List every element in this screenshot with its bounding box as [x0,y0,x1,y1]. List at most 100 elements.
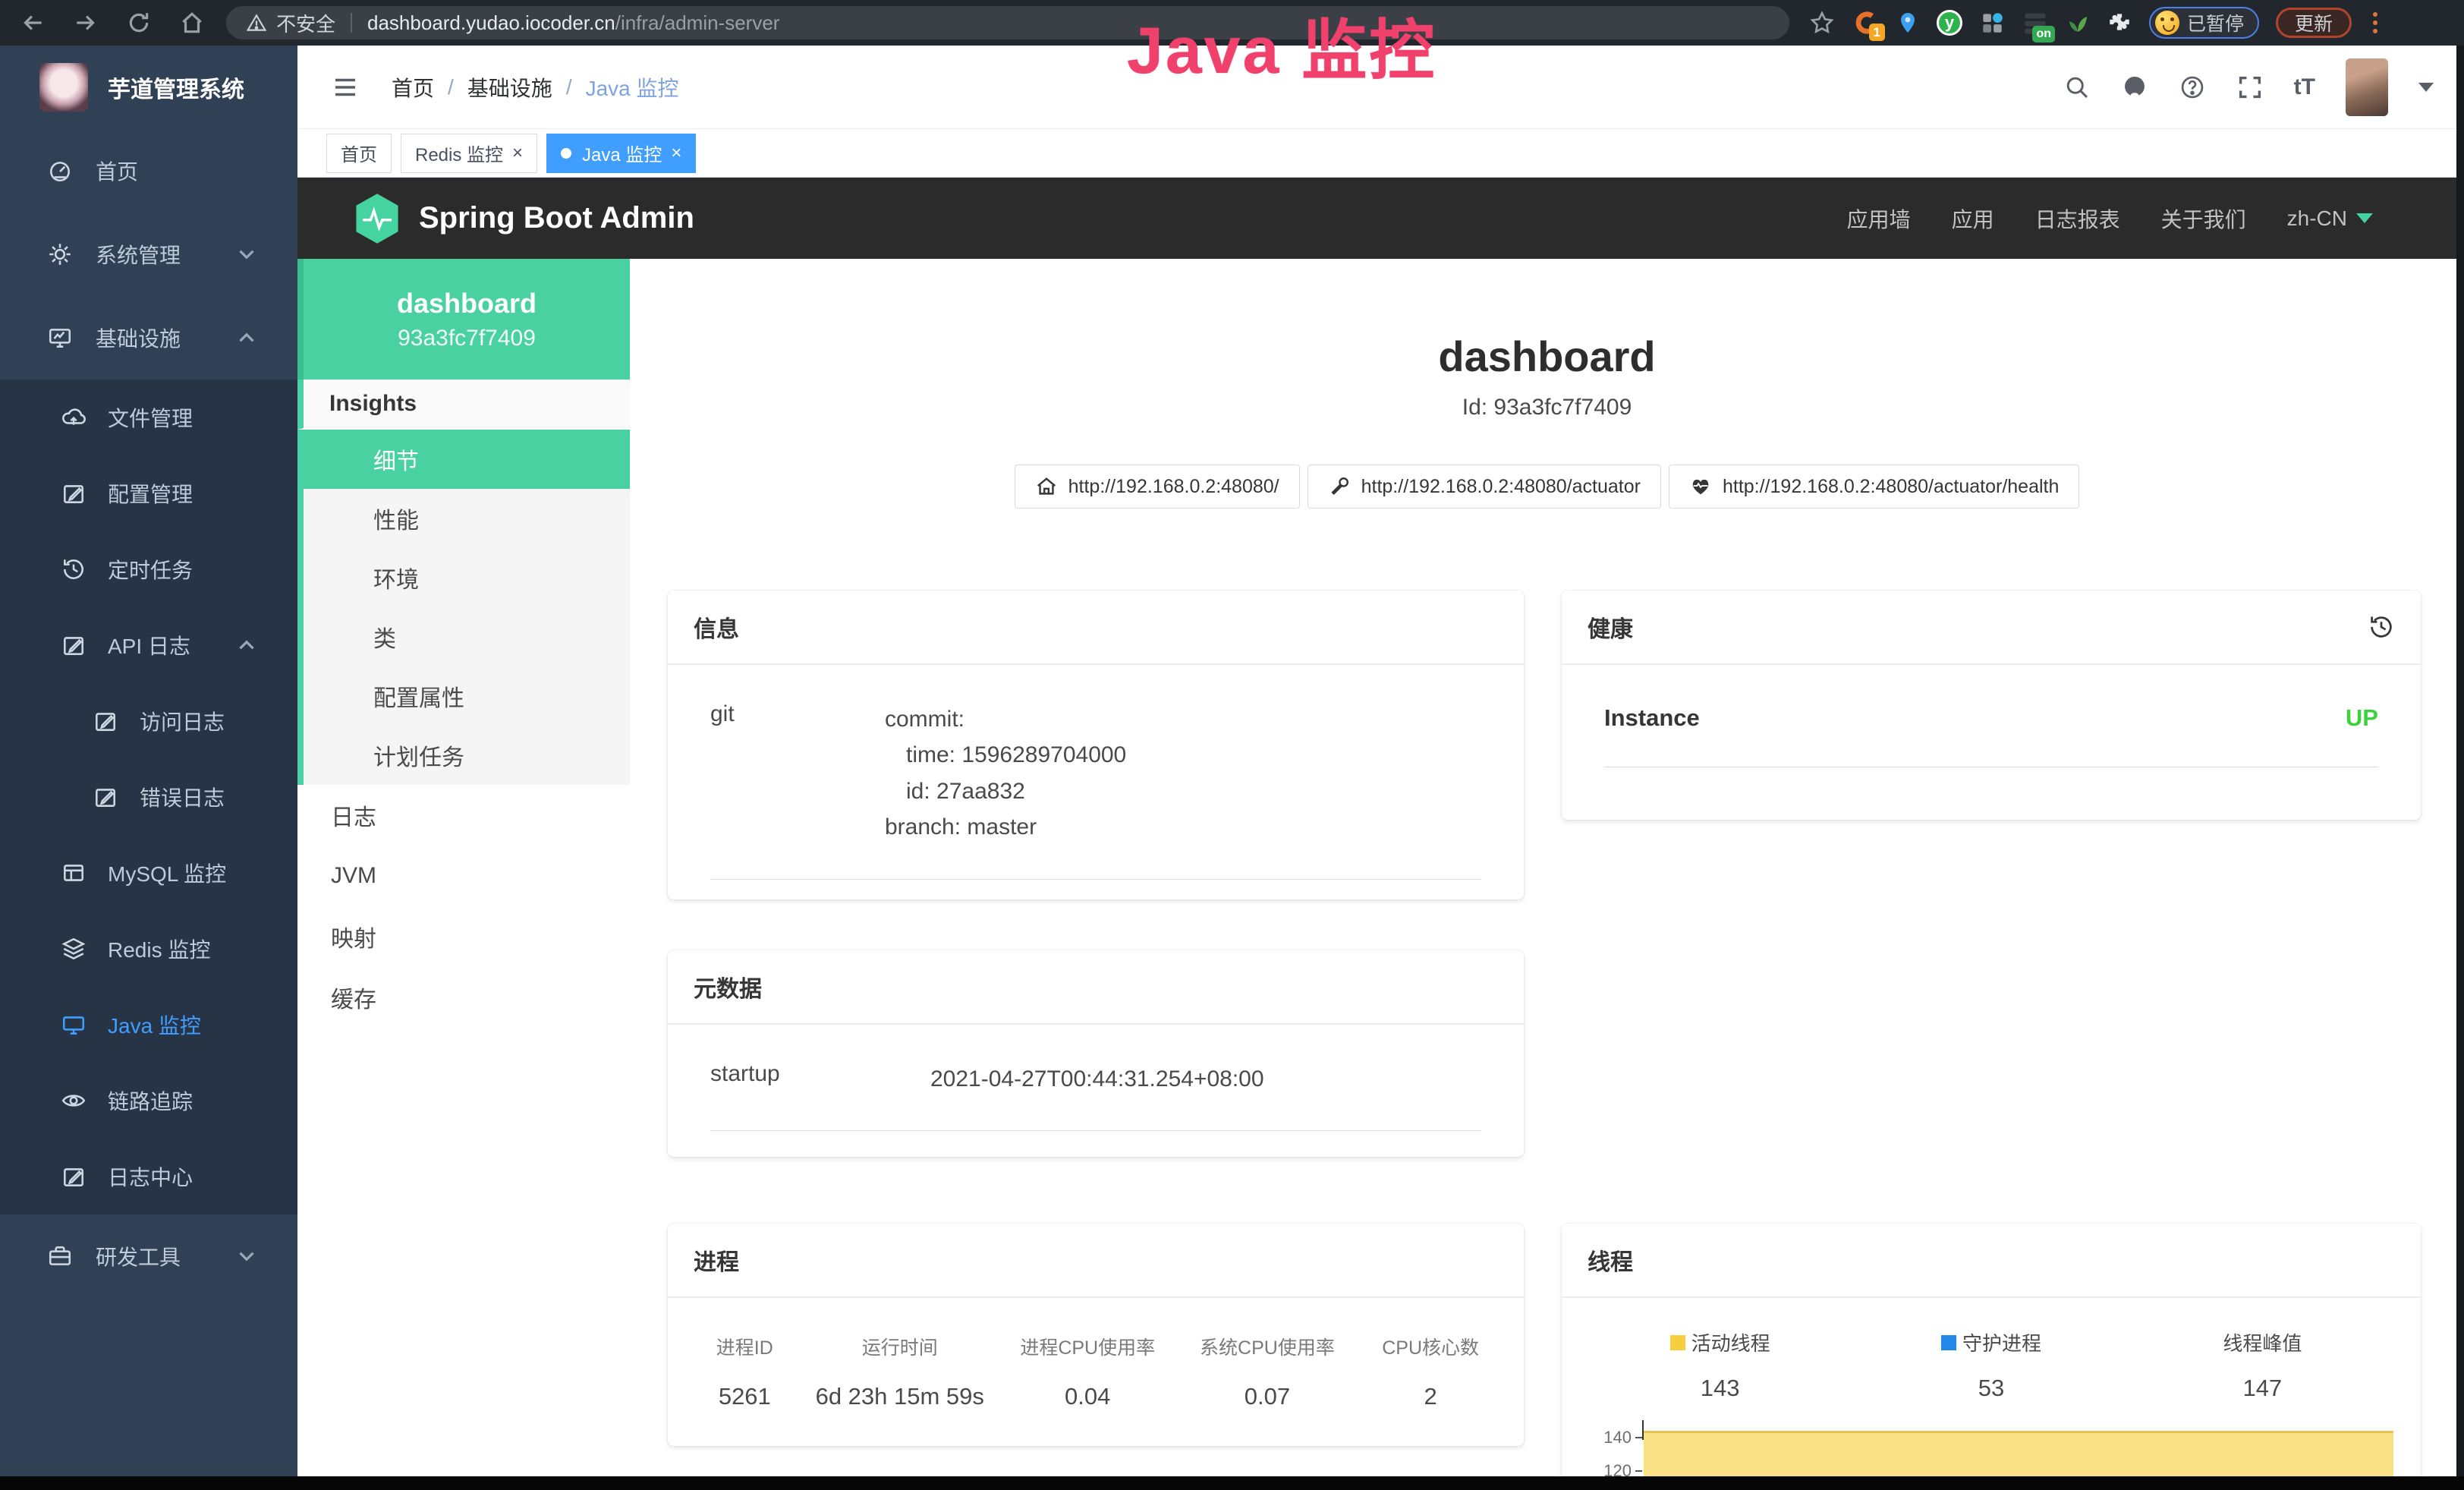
sidebar-item-infra[interactable]: 基础设施 [0,296,297,380]
threads-chart: 140 120 100 [1589,1428,2406,1476]
hamburger-icon[interactable] [331,73,360,102]
sidebar-item-system[interactable]: 系统管理 [0,213,297,296]
sba-nav-journal[interactable]: 日志报表 [2035,203,2120,234]
metadata-card: 元数据 startup 2021-04-27T00:44:31.254+08:0… [668,950,1524,1157]
sidebar-item-config-manage[interactable]: 配置管理 [0,455,297,531]
extension-colorzilla-icon[interactable]: 1 [1852,9,1879,36]
avatar[interactable] [2346,58,2388,116]
metadata-value: 2021-04-27T00:44:31.254+08:00 [930,1061,1481,1097]
search-icon[interactable] [2063,74,2091,101]
sba-brand[interactable]: Spring Boot Admin [354,192,694,245]
sba-item-classes[interactable]: 类 [297,607,630,666]
sidebar-item-mysql-monitor[interactable]: MySQL 监控 [0,835,297,911]
sidebar-item-log-center[interactable]: 日志中心 [0,1139,297,1214]
sidebar-item-tracing[interactable]: 链路追踪 [0,1063,297,1139]
handwritten-annotation: Java 监控 [1127,0,1437,92]
sba-item-details[interactable]: 细节 [297,430,630,489]
sidebar-item-access-logs[interactable]: 访问日志 [0,683,297,759]
sba-item-jvm[interactable]: JVM [297,846,630,906]
sba-content: dashboard Id: 93a3fc7f7409 http://192.16… [630,259,2464,1476]
sba-item-environment[interactable]: 环境 [297,548,630,607]
browser-scrollbar[interactable] [2456,46,2464,1476]
sidebar-item-api-logs[interactable]: API 日志 [0,607,297,683]
sba-item-mappings[interactable]: 映射 [297,906,630,967]
tab-java-monitor[interactable]: Java 监控 [546,134,696,173]
extension-leaf-icon[interactable] [2066,10,2090,36]
tab-home[interactable]: 首页 [326,134,392,173]
on-badge: on [2032,26,2055,43]
layers-icon [61,936,87,962]
eye-icon [61,1088,87,1114]
sba-item-metrics[interactable]: 性能 [297,489,630,548]
chrome-menu-icon[interactable] [2368,12,2382,33]
sba-item-logs[interactable]: 日志 [297,785,630,846]
sba-nav-about[interactable]: 关于我们 [2161,203,2246,234]
extension-pin-icon[interactable] [1896,10,1920,36]
user-caret-icon[interactable] [2418,83,2434,92]
chrome-update-button[interactable]: 更新 [2276,8,2352,38]
paused-extension-pill[interactable]: 已暂停 [2149,7,2259,39]
sidebar-item-dev-tools[interactable]: 研发工具 [0,1214,297,1298]
health-url-button[interactable]: http://192.168.0.2:48080/actuator/health [1669,465,2079,509]
extension-tampermonkey-icon[interactable]: on [2022,9,2049,36]
help-icon[interactable] [2179,74,2206,101]
actuator-url-button[interactable]: http://192.168.0.2:48080/actuator [1308,465,1661,509]
sba-item-config-props[interactable]: 配置属性 [297,666,630,726]
sba-item-caches[interactable]: 缓存 [297,967,630,1028]
extension-grid-icon[interactable] [1979,10,2005,36]
health-instance-row[interactable]: Instance UP [1604,665,2378,767]
sidebar-item-error-logs[interactable]: 错误日志 [0,759,297,835]
close-icon[interactable] [512,143,523,164]
sba-nav-wallboard[interactable]: 应用墙 [1847,203,1911,234]
security-label[interactable]: 不安全 [276,9,335,37]
tab-redis-monitor[interactable]: Redis 监控 [401,134,537,173]
threads-legend: 活动线程 143 守护进程 53 线程峰值 147 [1562,1298,2421,1402]
sidebar-item-java-monitor[interactable]: Java 监控 [0,987,297,1063]
service-url-button[interactable]: http://192.168.0.2:48080/ [1015,465,1300,509]
live-threads-value: 143 [1584,1375,1855,1402]
instance-header[interactable]: dashboard 93a3fc7f7409 [297,259,630,380]
info-value: commit: time: 1596289704000 id: 27aa832 … [885,701,1481,846]
back-icon[interactable] [20,10,46,36]
caret-down-icon [2356,213,2373,223]
card-title: 进程 [694,1243,739,1277]
breadcrumb-home[interactable]: 首页 [392,72,434,102]
extension-y-icon[interactable]: y [1937,10,1962,36]
sidebar-item-redis-monitor[interactable]: Redis 监控 [0,911,297,987]
app-logo [39,63,88,112]
home-icon[interactable] [179,10,205,36]
forward-icon[interactable] [73,10,99,36]
wrench-icon [1328,475,1351,498]
threads-card: 线程 活动线程 143 守护进程 53 线程峰值 147 [1562,1224,2421,1476]
history-icon[interactable] [2368,613,2395,641]
process-table: 进程ID5261 运行时间6d 23h 15m 59s 进程CPU使用率0.04… [668,1298,1524,1446]
instance-id: 93a3fc7f7409 [398,326,536,351]
bookmark-star-icon[interactable] [1809,10,1835,36]
sidebar-item-home[interactable]: 首页 [0,129,297,213]
sba-locale-select[interactable]: zh-CN [2287,206,2373,231]
database-icon [61,860,87,886]
chevron-down-icon [234,1243,260,1269]
reload-icon[interactable] [126,10,152,36]
timer-icon [61,556,87,582]
sba-item-scheduled-tasks[interactable]: 计划任务 [297,726,630,785]
card-title: 健康 [1588,610,1633,644]
emoji-face-icon [2155,11,2179,35]
log-edit-icon [93,708,118,734]
sba-nav-applications[interactable]: 应用 [1952,203,1994,234]
breadcrumb-infra[interactable]: 基础设施 [467,72,552,102]
info-git-row: git commit: time: 1596289704000 id: 27aa… [710,665,1481,880]
close-icon[interactable] [671,143,681,164]
sidebar-item-scheduled-jobs[interactable]: 定时任务 [0,531,297,607]
sidebar-item-file-manage[interactable]: 文件管理 [0,380,297,455]
insights-section-label: Insights [297,380,630,430]
metadata-startup-row: startup 2021-04-27T00:44:31.254+08:00 [710,1025,1481,1131]
briefcase-icon [47,1243,73,1269]
address-bar[interactable]: 不安全 dashboard.yudao.iocoder.cn/infra/adm… [226,6,1789,39]
heart-icon [1689,475,1712,498]
fullscreen-icon[interactable] [2236,74,2264,101]
extensions-puzzle-icon[interactable] [2107,10,2132,36]
github-icon[interactable] [2121,74,2148,101]
log-edit-icon [61,1164,87,1189]
font-size-icon[interactable] [2294,74,2315,100]
